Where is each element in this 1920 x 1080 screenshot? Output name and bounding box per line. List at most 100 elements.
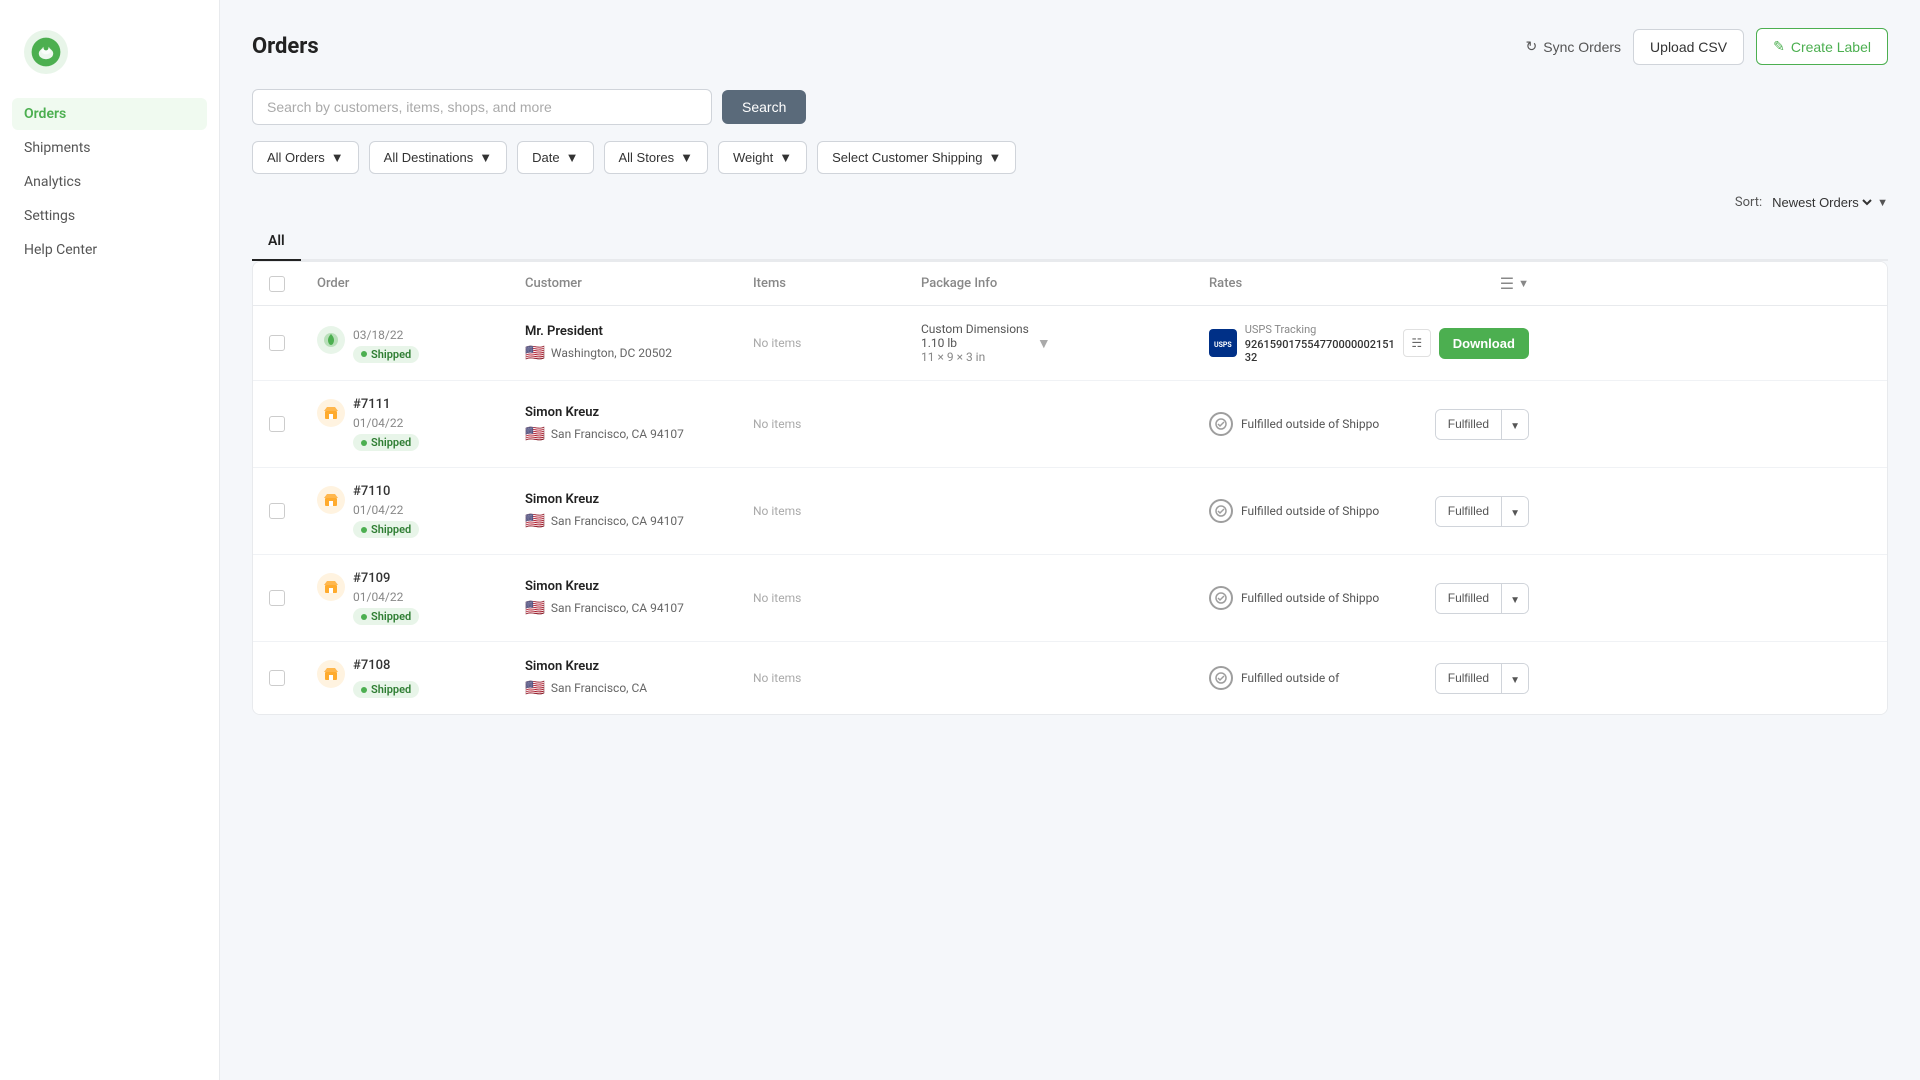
sync-orders-button[interactable]: ↻ Sync Orders	[1526, 38, 1622, 55]
order-status-icon	[317, 573, 345, 601]
customer-address: San Francisco, CA 94107	[551, 514, 684, 528]
sidebar-item-orders[interactable]: Orders	[12, 98, 207, 130]
create-label-button[interactable]: ✎ Create Label	[1756, 28, 1888, 65]
row-checkbox[interactable]	[269, 503, 285, 519]
fulfilled-dropdown-button[interactable]: ▼	[1501, 584, 1528, 613]
fulfilled-status-button[interactable]: Fulfilled	[1436, 664, 1501, 693]
fulfilled-dropdown-button[interactable]: ▼	[1501, 664, 1528, 693]
fulfilled-status-button[interactable]: Fulfilled	[1436, 584, 1501, 613]
chevron-down-icon: ▼	[1510, 508, 1520, 519]
upload-csv-button[interactable]: Upload CSV	[1633, 29, 1744, 65]
fulfilled-outside-text: Fulfilled outside of Shippo	[1241, 504, 1427, 518]
table-header-actions: ☰ ▼	[1500, 274, 1529, 293]
table-header: Order Customer Items Package Info Rates …	[253, 262, 1887, 306]
sidebar-item-shipments[interactable]: Shipments	[12, 132, 207, 164]
sidebar: Orders Shipments Analytics Settings Help…	[0, 0, 220, 1080]
chevron-down-icon: ▼	[988, 150, 1001, 165]
chevron-down-icon: ▼	[1877, 196, 1888, 209]
copy-tracking-button[interactable]: ☵	[1403, 329, 1431, 357]
columns-icon[interactable]: ☰	[1500, 274, 1514, 293]
sidebar-item-help-center[interactable]: Help Center	[12, 234, 207, 266]
status-badge: Shipped	[353, 608, 419, 625]
status-dot	[361, 527, 367, 533]
row-checkbox[interactable]	[269, 590, 285, 606]
table-row: #7111 01/04/22 Shipped Simon Kreuz 🇺🇸 Sa…	[253, 381, 1887, 468]
customer-cell: Simon Kreuz 🇺🇸 San Francisco, CA	[525, 659, 745, 697]
download-button[interactable]: Download	[1439, 328, 1529, 359]
fulfilled-status-button[interactable]: Fulfilled	[1436, 497, 1501, 526]
all-stores-filter[interactable]: All Stores ▼	[604, 141, 709, 174]
weight-filter[interactable]: Weight ▼	[718, 141, 807, 174]
order-date: 03/18/22	[353, 328, 419, 342]
items-cell: No items	[753, 670, 913, 686]
download-button-group: Download ▼	[1439, 328, 1529, 359]
package-cell: Custom Dimensions 1.10 lb 11 × 9 × 3 in …	[921, 322, 1201, 364]
items-text: No items	[753, 671, 801, 685]
row-checkbox-cell	[269, 416, 309, 432]
app-logo	[24, 30, 68, 74]
flag-icon: 🇺🇸	[525, 343, 545, 362]
rates-cell: Fulfilled outside of Fulfilled ▼	[1209, 663, 1529, 694]
order-number: #7109	[353, 571, 419, 586]
sort-select[interactable]: Newest Orders	[1768, 194, 1875, 211]
row-checkbox[interactable]	[269, 335, 285, 351]
search-button[interactable]: Search	[722, 90, 806, 124]
items-cell: No items	[753, 335, 913, 351]
tracking-number: 926159017554770000002151 32	[1245, 338, 1395, 364]
customer-name: Mr. President	[525, 324, 745, 339]
fulfilled-status-button[interactable]: Fulfilled	[1436, 410, 1501, 439]
fulfilled-outside-text: Fulfilled outside of	[1241, 671, 1427, 685]
order-cell: #7110 01/04/22 Shipped	[317, 484, 517, 538]
sidebar-nav: Orders Shipments Analytics Settings Help…	[0, 98, 219, 266]
fulfilled-check-icon	[1209, 499, 1233, 523]
search-row: Search	[252, 89, 1888, 125]
customer-name: Simon Kreuz	[525, 579, 745, 594]
customer-name: Simon Kreuz	[525, 492, 745, 507]
order-cell: #7111 01/04/22 Shipped	[317, 397, 517, 451]
edit-icon: ✎	[1773, 38, 1785, 55]
customer-address: San Francisco, CA	[551, 681, 647, 695]
fulfilled-button-group: Fulfilled ▼	[1435, 409, 1529, 440]
fulfilled-button-group: Fulfilled ▼	[1435, 663, 1529, 694]
select-all-checkbox[interactable]	[269, 276, 285, 292]
customer-shipping-filter[interactable]: Select Customer Shipping ▼	[817, 141, 1016, 174]
flag-icon: 🇺🇸	[525, 598, 545, 617]
row-checkbox[interactable]	[269, 670, 285, 686]
main-content: Orders ↻ Sync Orders Upload CSV ✎ Create…	[220, 0, 1920, 1080]
svg-text:USPS: USPS	[1214, 341, 1232, 349]
fulfilled-dropdown-button[interactable]: ▼	[1501, 410, 1528, 439]
order-info: 03/18/22 Shipped	[353, 324, 419, 363]
row-checkbox-cell	[269, 590, 309, 606]
customer-cell: Simon Kreuz 🇺🇸 San Francisco, CA 94107	[525, 492, 745, 530]
order-info: #7110 01/04/22 Shipped	[353, 484, 419, 538]
status-dot	[361, 614, 367, 620]
customer-flag: 🇺🇸 San Francisco, CA 94107	[525, 598, 745, 617]
order-date: 01/04/22	[353, 590, 419, 604]
chevron-down-icon[interactable]: ▼	[1037, 335, 1051, 352]
order-date: 01/04/22	[353, 503, 419, 517]
row-checkbox[interactable]	[269, 416, 285, 432]
chevron-down-icon[interactable]: ▼	[1518, 277, 1529, 290]
rates-cell: Fulfilled outside of Shippo Fulfilled ▼	[1209, 583, 1529, 614]
date-filter[interactable]: Date ▼	[517, 141, 593, 174]
status-badge: Shipped	[353, 521, 419, 538]
chevron-down-icon: ▼	[1510, 675, 1520, 686]
order-status-icon	[317, 399, 345, 427]
tab-all[interactable]: All	[252, 223, 301, 261]
page-title: Orders	[252, 34, 319, 59]
all-destinations-filter[interactable]: All Destinations ▼	[369, 141, 507, 174]
items-cell: No items	[753, 503, 913, 519]
sidebar-item-settings[interactable]: Settings	[12, 200, 207, 232]
search-input[interactable]	[252, 89, 712, 125]
order-column-header: Order	[317, 276, 517, 291]
all-orders-filter[interactable]: All Orders ▼	[252, 141, 359, 174]
chevron-down-icon: ▼	[566, 150, 579, 165]
items-text: No items	[753, 417, 801, 431]
sidebar-item-analytics[interactable]: Analytics	[12, 166, 207, 198]
fulfilled-dropdown-button[interactable]: ▼	[1501, 497, 1528, 526]
tracking-info: USPS Tracking 926159017554770000002151 3…	[1245, 323, 1395, 364]
chevron-down-icon: ▼	[1510, 595, 1520, 606]
items-text: No items	[753, 591, 801, 605]
customer-address: San Francisco, CA 94107	[551, 427, 684, 441]
order-status-icon	[317, 486, 345, 514]
